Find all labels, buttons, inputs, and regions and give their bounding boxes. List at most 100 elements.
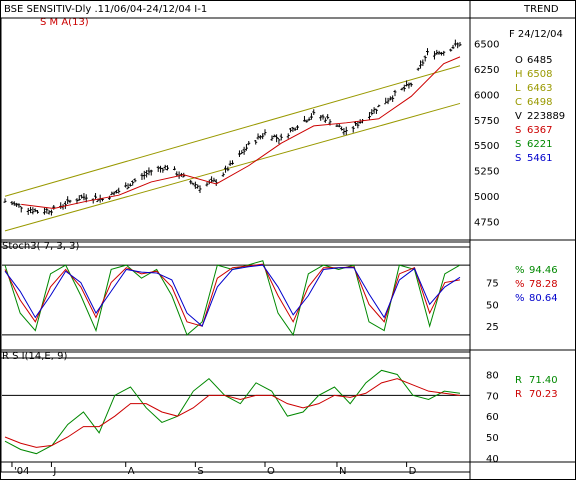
ohlc-bar <box>240 150 244 155</box>
ohlc-bar <box>19 206 23 213</box>
price-tick-label: 6000 <box>474 90 499 101</box>
date-axis: '04 J A S O N D <box>11 462 417 477</box>
stochastic-pane: 25 50 75 <box>2 260 499 337</box>
info-value: 6508 <box>527 69 552 80</box>
rsi-tick-label: 60 <box>486 412 499 423</box>
stoch-readout-key: % <box>515 293 525 304</box>
ohlc-bar <box>286 133 290 139</box>
ohlc-bar <box>226 166 230 172</box>
rsi-series-line <box>4 369 461 455</box>
rsi-tick-label: 50 <box>486 433 499 444</box>
stoch-series-line <box>4 263 461 327</box>
info-value: 223889 <box>527 111 565 122</box>
stoch-readout-value: 80.64 <box>529 293 558 304</box>
ohlc-bar <box>149 169 153 176</box>
chart-canvas: BSE SENSITIV-Dly .11/06/04-24/12/04 I-1 … <box>0 0 576 480</box>
info-key: S <box>515 125 521 136</box>
stoch-readout-value: 94.46 <box>529 265 558 276</box>
ohlc-bar <box>451 44 455 50</box>
stoch-tick-label: 75 <box>486 279 499 290</box>
ohlc-bar <box>47 210 51 215</box>
ohlc-bar <box>393 89 397 97</box>
ohlc-bar <box>291 126 295 132</box>
rsi-tick-label: 70 <box>486 391 499 402</box>
ohlc-bar <box>453 39 457 47</box>
ohlc-bar <box>442 50 446 56</box>
ohlc-bar <box>247 141 251 146</box>
ohlc-bar <box>42 207 46 215</box>
ohlc-bar <box>372 107 376 114</box>
info-key: C <box>515 97 522 108</box>
ohlc-bar <box>307 117 311 121</box>
info-value: 5461 <box>527 153 552 164</box>
ohlc-bar <box>26 207 30 215</box>
ohlc-bar <box>344 126 348 135</box>
ohlc-bar <box>289 127 293 133</box>
rsi-readout-key: R <box>515 375 522 386</box>
price-tick-label: 5750 <box>474 116 499 127</box>
info-panel: O 6485 H 6508 L 6463 C 6498 V 223889 S 6367 S 6221 S 54… <box>515 55 565 164</box>
ohlc-bar <box>128 183 132 187</box>
ohlc-bar <box>172 166 176 171</box>
ohlc-bar <box>400 87 404 91</box>
stoch-readout-key: % <box>515 265 525 276</box>
ohlc-bar <box>156 165 160 172</box>
sma-line <box>21 56 461 209</box>
ohlc-bar <box>326 114 330 120</box>
ohlc-bar <box>131 180 135 186</box>
ohlc-bar <box>49 209 53 216</box>
info-date: F 24/12/04 <box>509 29 563 40</box>
ohlc-bar <box>36 209 39 214</box>
ohlc-bar <box>351 125 355 133</box>
ohlc-bar <box>63 201 67 209</box>
stoch-readout-value: 78.28 <box>529 279 558 290</box>
ohlc-bar <box>124 182 128 188</box>
rsi-label: R S I(14,E, 9) <box>2 351 67 362</box>
rsi-pane: 40 50 60 70 80 <box>2 369 499 465</box>
ohlc-bar <box>312 109 316 115</box>
ohlc-bar <box>426 48 429 56</box>
ohlc-bar <box>416 67 420 71</box>
price-pane: 4750 5000 5250 5500 5750 6000 6250 6500 <box>3 39 499 232</box>
ohlc-bar <box>91 198 95 204</box>
ohlc-bar <box>323 117 327 123</box>
rsi-readout-value: 70.23 <box>529 389 558 400</box>
ohlc-bar <box>45 207 49 214</box>
ohlc-bar <box>59 202 63 209</box>
ohlc-bar <box>94 193 98 199</box>
price-tick-label: 4750 <box>474 218 499 229</box>
ohlc-bar <box>309 113 313 120</box>
ohlc-bar <box>456 42 460 49</box>
ohlc-bar <box>244 144 248 151</box>
ohlc-bar <box>432 51 436 60</box>
stoch-tick-label: 50 <box>486 300 499 311</box>
rsi-series-line <box>4 378 461 448</box>
info-key: H <box>515 69 523 80</box>
info-value: 6221 <box>527 139 552 150</box>
ohlc-bar <box>140 172 144 180</box>
ohlc-bar <box>302 115 306 122</box>
ohlc-bar <box>31 207 35 215</box>
chart-title: BSE SENSITIV-Dly .11/06/04-24/12/04 I-1 <box>4 4 207 15</box>
trend-label: TREND <box>523 4 559 15</box>
ohlc-bar <box>279 133 283 141</box>
info-key: O <box>515 55 523 66</box>
ohlc-bar <box>191 182 195 186</box>
price-tick-label: 5250 <box>474 167 499 178</box>
ohlc-bar <box>449 48 453 52</box>
rsi-readout-key: R <box>515 389 522 400</box>
stoch-pane-frame <box>0 241 471 359</box>
ohlc-bar <box>263 129 267 136</box>
info-value: 6367 <box>527 125 552 136</box>
stoch-readout-key: % <box>515 279 525 290</box>
ohlc-bar <box>133 178 137 183</box>
ohlc-bar <box>340 126 344 131</box>
ohlc-bar <box>66 196 70 204</box>
channel-line-lower <box>4 102 461 232</box>
chart-window: BSE SENSITIV-Dly .11/06/04-24/12/04 I-1 … <box>0 0 576 480</box>
info-key: S <box>515 153 521 164</box>
ohlc-bar <box>3 198 7 203</box>
rsi-readout: R 71.40 R 70.23 <box>515 375 558 400</box>
info-value: 6485 <box>527 55 552 66</box>
rsi-tick-label: 80 <box>486 371 499 382</box>
